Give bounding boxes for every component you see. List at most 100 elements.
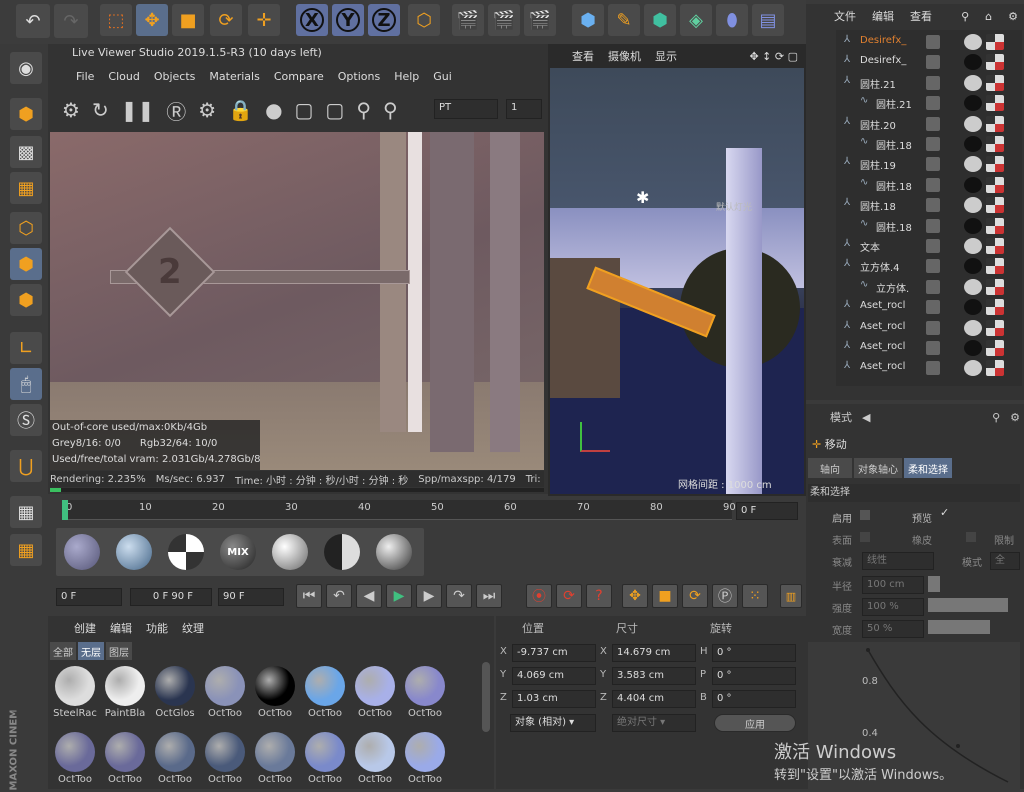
menu-file[interactable]: File bbox=[76, 70, 94, 83]
layer-tag[interactable] bbox=[926, 239, 940, 253]
coord-rot-field[interactable]: 0 ° bbox=[712, 690, 796, 708]
apply-button[interactable]: 应用 bbox=[714, 714, 796, 732]
recent-tool-button[interactable]: ✛ bbox=[248, 4, 280, 36]
material-tag[interactable] bbox=[964, 238, 982, 254]
snap-button[interactable]: Ⓢ bbox=[10, 404, 42, 436]
model-mode-button[interactable]: ⬢ bbox=[10, 98, 42, 130]
coord-pos-field[interactable]: -9.737 cm bbox=[512, 644, 596, 662]
layer-tag[interactable] bbox=[926, 341, 940, 355]
axis-z-button[interactable]: Z bbox=[368, 4, 400, 36]
texture-tag[interactable] bbox=[986, 176, 1004, 193]
material-tag[interactable] bbox=[964, 278, 982, 295]
prev-frame-button[interactable]: ◀ bbox=[356, 584, 382, 608]
surface-checkbox[interactable] bbox=[860, 532, 870, 542]
material-swatch[interactable]: OctToo bbox=[201, 664, 249, 722]
material-tag[interactable] bbox=[964, 74, 982, 91]
material-swatch[interactable]: OctGlos bbox=[151, 664, 199, 722]
texture-tag[interactable] bbox=[986, 238, 1004, 254]
timeline-layout-button[interactable]: ▥ bbox=[780, 584, 802, 608]
coord-rot-field[interactable]: 0 ° bbox=[712, 667, 796, 685]
layer-tag[interactable] bbox=[926, 320, 940, 335]
mat-tab-all[interactable]: 全部 bbox=[50, 642, 76, 660]
attr-tab-soft[interactable]: 柔和选择 bbox=[904, 458, 952, 478]
polygons-mode-button[interactable]: ⬢ bbox=[10, 284, 42, 316]
settings-gear-icon[interactable]: ⚙ bbox=[198, 98, 216, 122]
material-swatch[interactable]: OctToo bbox=[251, 664, 299, 722]
attr-search-icon[interactable]: ⚲ bbox=[992, 411, 1000, 424]
material-tag[interactable] bbox=[964, 34, 982, 50]
texture-tag[interactable] bbox=[986, 299, 1004, 316]
workplane-button[interactable]: ▦ bbox=[10, 172, 42, 204]
layer-tag[interactable] bbox=[926, 55, 940, 70]
mat-tab-layer[interactable]: 图层 bbox=[106, 642, 132, 660]
mat-menu-create[interactable]: 创建 bbox=[74, 620, 96, 636]
preview-check-icon[interactable]: ✓ bbox=[940, 506, 949, 519]
size-mode-select[interactable]: 绝对尺寸 ▾ bbox=[612, 714, 696, 732]
key-rotation-button[interactable]: ⟳ bbox=[682, 584, 708, 608]
deformer-button[interactable]: ⬮ bbox=[716, 4, 748, 36]
mat-scrollbar[interactable] bbox=[482, 662, 490, 732]
workplane-lock-button[interactable]: ▦ bbox=[10, 496, 42, 528]
metal-ball-icon[interactable] bbox=[324, 534, 360, 570]
diffuse-ball-icon[interactable] bbox=[64, 534, 100, 570]
axis-y-button[interactable]: Y bbox=[332, 4, 364, 36]
chrome-ball-icon[interactable] bbox=[376, 534, 412, 570]
render-view-button[interactable]: 🎬 bbox=[452, 4, 484, 36]
enable-checkbox[interactable] bbox=[860, 510, 870, 520]
axis-x-button[interactable]: X bbox=[296, 4, 328, 36]
undo-button[interactable]: ↶ bbox=[16, 4, 50, 38]
play-button[interactable]: ▶ bbox=[386, 584, 412, 608]
render-picture-viewer-button[interactable]: 🎬 bbox=[488, 4, 520, 36]
texture-tag[interactable] bbox=[986, 74, 1004, 91]
om-home-icon[interactable]: ⌂ bbox=[985, 10, 992, 23]
material-swatch[interactable]: OctToo bbox=[351, 664, 399, 722]
live-select-button[interactable]: ⬚ bbox=[100, 4, 132, 36]
coord-pos-field[interactable]: 1.03 cm bbox=[512, 690, 596, 708]
menu-gui[interactable]: Gui bbox=[433, 70, 452, 83]
autokey-button[interactable]: ⟳ bbox=[556, 584, 582, 608]
material-swatch[interactable]: OctToo bbox=[301, 730, 349, 788]
render-mode-select[interactable]: PT bbox=[434, 99, 498, 119]
glossy-ball-icon[interactable] bbox=[116, 534, 152, 570]
lock-icon[interactable]: 🔒 bbox=[228, 98, 253, 122]
region-icon[interactable]: ▢ bbox=[295, 98, 314, 122]
material-tag[interactable] bbox=[964, 340, 982, 356]
texture-tag[interactable] bbox=[986, 95, 1004, 112]
coord-size-field[interactable]: 4.404 cm bbox=[612, 690, 696, 708]
checker-ball-icon[interactable] bbox=[168, 534, 204, 570]
texture-tag[interactable] bbox=[986, 115, 1004, 132]
texture-tag[interactable] bbox=[986, 156, 1004, 173]
texture-tag[interactable] bbox=[986, 360, 1004, 377]
mat-menu-texture[interactable]: 纹理 bbox=[182, 620, 204, 636]
layer-tag[interactable] bbox=[926, 300, 940, 315]
om-menu-edit[interactable]: 编辑 bbox=[872, 8, 894, 24]
layer-tag[interactable] bbox=[926, 361, 940, 376]
specular-ball-icon[interactable] bbox=[272, 534, 308, 570]
coord-size-field[interactable]: 14.679 cm bbox=[612, 644, 696, 662]
material-tag[interactable] bbox=[964, 319, 982, 336]
current-frame-field[interactable]: 0 F bbox=[736, 502, 798, 520]
attr-tab-pivot[interactable]: 对象轴心 bbox=[854, 458, 902, 478]
menu-help[interactable]: Help bbox=[394, 70, 419, 83]
attr-tab-axis[interactable]: 轴向 bbox=[808, 458, 852, 478]
material-swatch[interactable]: OctToo bbox=[401, 664, 449, 722]
array-button[interactable]: ◈ bbox=[680, 4, 712, 36]
vp-menu-display[interactable]: 显示 bbox=[655, 48, 677, 64]
texture-tag[interactable] bbox=[986, 340, 1004, 356]
timeline-ruler[interactable] bbox=[62, 500, 732, 520]
layer-tag[interactable] bbox=[926, 116, 940, 131]
material-swatch[interactable]: OctToo bbox=[101, 730, 149, 788]
subdivision-button[interactable]: ⬢ bbox=[644, 4, 676, 36]
coord-system-button[interactable]: ⬡ bbox=[408, 4, 440, 36]
menu-compare[interactable]: Compare bbox=[274, 70, 324, 83]
mat-menu-function[interactable]: 功能 bbox=[146, 620, 168, 636]
goto-end-button[interactable]: ⏭ bbox=[476, 584, 502, 608]
range-slider[interactable]: 0 F 90 F bbox=[130, 588, 212, 606]
vp-nav-icons[interactable]: ✥ ↕ ⟳ ▢ bbox=[749, 50, 804, 63]
make-editable-button[interactable]: ◉ bbox=[10, 52, 42, 84]
next-key-button[interactable]: ↷ bbox=[446, 584, 472, 608]
layer-tag[interactable] bbox=[926, 279, 940, 294]
points-mode-button[interactable]: ⬡ bbox=[10, 212, 42, 244]
mat-tab-nolayer[interactable]: 无层 bbox=[78, 642, 104, 660]
texture-tag[interactable] bbox=[986, 258, 1004, 275]
